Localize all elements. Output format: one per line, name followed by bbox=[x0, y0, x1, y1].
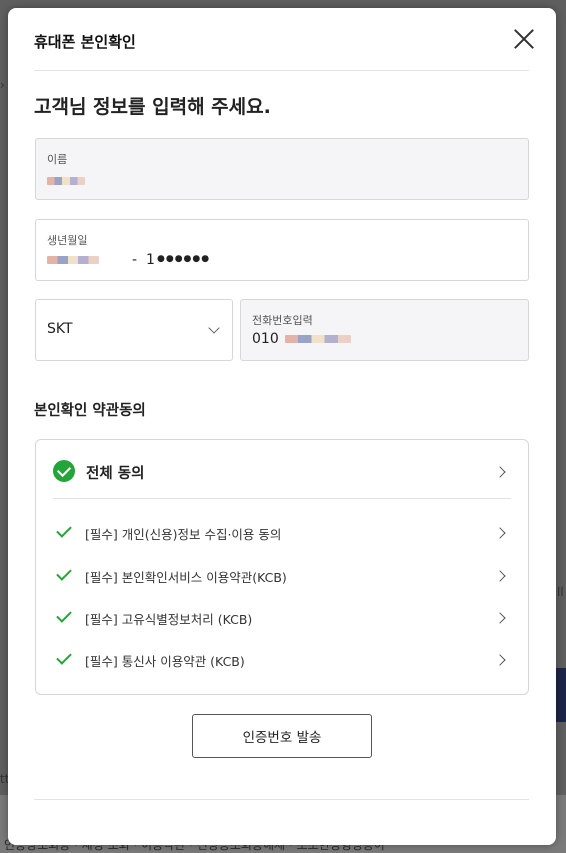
footer-divider bbox=[34, 799, 529, 800]
phone-prefix: 010 bbox=[252, 331, 279, 347]
carrier-selected-value: SKT bbox=[47, 321, 73, 337]
chevron-right-icon[interactable] bbox=[494, 570, 506, 582]
term-row-carrier-terms[interactable]: [필수] 통신사 이용약관 (KCB) bbox=[36, 642, 528, 676]
birthdate-label: 생년월일 bbox=[47, 234, 88, 247]
name-label: 이름 bbox=[47, 153, 68, 166]
phone-field[interactable]: 전화번호입력 010 bbox=[240, 299, 529, 361]
agreement-box: 전체 동의 [필수] 개인(신용)정보 수집·이용 동의 [필수] 본인확인서비… bbox=[35, 439, 529, 695]
carrier-select[interactable]: SKT bbox=[35, 299, 233, 361]
masked-digits: ●●●●●● bbox=[157, 254, 211, 264]
agree-all-row[interactable]: 전체 동의 bbox=[36, 440, 528, 500]
background-right-mark: ll bbox=[557, 585, 564, 599]
term-row-service-terms[interactable]: [필수] 본인확인서비스 이용약관(KCB) bbox=[36, 558, 528, 592]
chevron-right-icon[interactable] bbox=[494, 612, 506, 624]
check-circle-icon[interactable] bbox=[53, 460, 75, 482]
check-icon[interactable] bbox=[56, 649, 72, 665]
gender-digit: 1 bbox=[146, 252, 155, 268]
term-row-unique-id[interactable]: [필수] 고유식별정보처리 (KCB) bbox=[36, 600, 528, 634]
birthdate-separator: - bbox=[132, 252, 138, 268]
modal-title: 휴대폰 본인확인 bbox=[34, 33, 136, 51]
term-label: [필수] 고유식별정보처리 (KCB) bbox=[85, 612, 253, 627]
send-verification-code-button[interactable]: 인증번호 발송 bbox=[192, 714, 372, 758]
phone-label: 전화번호입력 bbox=[252, 314, 313, 327]
term-label: [필수] 통신사 이용약관 (KCB) bbox=[85, 654, 245, 669]
chevron-right-icon[interactable] bbox=[494, 527, 506, 539]
chevron-down-icon bbox=[208, 322, 220, 334]
term-label: [필수] 개인(신용)정보 수집·이용 동의 bbox=[85, 527, 282, 542]
birthdate-value bbox=[47, 252, 99, 268]
chevron-right-icon[interactable] bbox=[494, 654, 506, 666]
name-value bbox=[47, 173, 85, 189]
background-navy-block bbox=[555, 668, 566, 722]
header-divider bbox=[34, 70, 529, 71]
name-field[interactable]: 이름 bbox=[35, 138, 529, 200]
birthdate-field[interactable]: 생년월일 - 1 ●●●●●● bbox=[35, 219, 529, 281]
check-icon[interactable] bbox=[56, 607, 72, 623]
background-arrow-mark: › bbox=[0, 78, 5, 92]
agree-all-label: 전체 동의 bbox=[86, 466, 145, 482]
identity-verification-modal: 휴대폰 본인확인 고객님 정보를 입력해 주세요. 이름 생년월일 - 1 ●●… bbox=[8, 8, 556, 845]
page-heading: 고객님 정보를 입력해 주세요. bbox=[34, 96, 271, 118]
term-row-personal-info[interactable]: [필수] 개인(신용)정보 수집·이용 동의 bbox=[36, 515, 528, 549]
close-icon[interactable] bbox=[513, 28, 535, 50]
check-icon[interactable] bbox=[56, 522, 72, 538]
agreement-divider bbox=[53, 498, 511, 499]
phone-value: 010 bbox=[252, 331, 352, 347]
check-icon[interactable] bbox=[56, 565, 72, 581]
agreement-section-title: 본인확인 약관동의 bbox=[34, 403, 146, 419]
term-label: [필수] 본인확인서비스 이용약관(KCB) bbox=[85, 570, 287, 585]
chevron-right-icon[interactable] bbox=[494, 466, 506, 478]
